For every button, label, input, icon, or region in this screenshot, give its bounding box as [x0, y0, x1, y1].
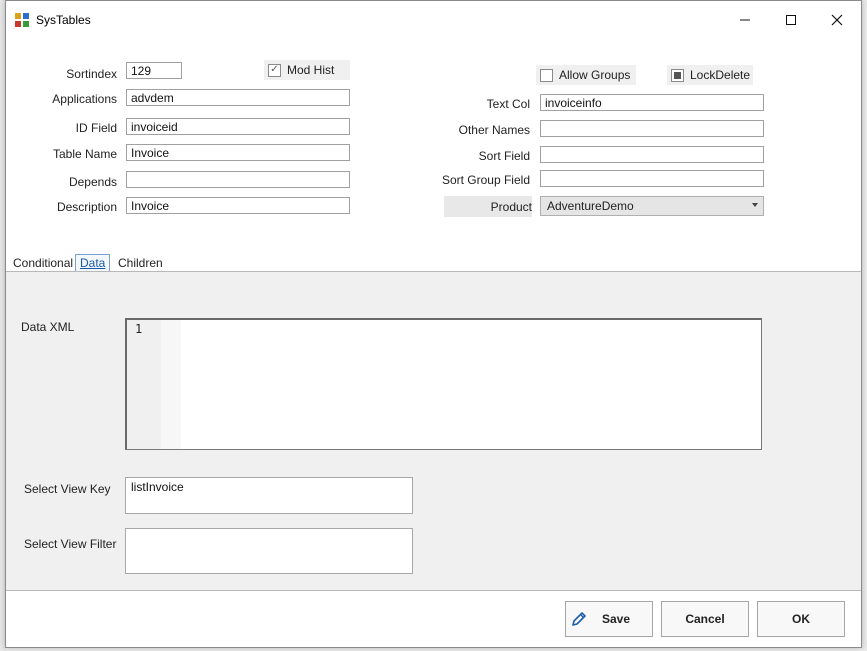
- tab-conditional[interactable]: Conditional: [13, 256, 73, 270]
- lock-delete-label: LockDelete: [690, 68, 751, 82]
- id-field-label: ID Field: [75, 121, 117, 135]
- tab-children[interactable]: Children: [118, 256, 163, 270]
- other-names-field[interactable]: [540, 120, 764, 137]
- select-view-filter-label: Select View Filter: [24, 537, 117, 551]
- product-label-text: Product: [490, 199, 532, 214]
- tab-strip: Conditional Data Children: [6, 254, 861, 272]
- sort-field-label: Sort Field: [478, 149, 530, 163]
- data-xml-label: Data XML: [21, 320, 75, 334]
- minimize-button[interactable]: [722, 7, 768, 33]
- cancel-button[interactable]: Cancel: [661, 601, 749, 637]
- product-label: Product: [444, 196, 532, 217]
- sort-group-field-label: Sort Group Field: [441, 173, 530, 187]
- select-view-filter-field[interactable]: [125, 528, 413, 574]
- close-icon: [831, 14, 843, 26]
- maximize-button[interactable]: [768, 7, 814, 33]
- sortindex-field[interactable]: 129: [126, 62, 182, 79]
- applications-field[interactable]: advdem: [126, 89, 350, 106]
- background-window-edge-right: [862, 0, 867, 651]
- checkmark-icon: ✓: [268, 63, 281, 77]
- lock-delete-checkbox[interactable]: LockDelete: [667, 65, 753, 85]
- data-tab-panel: Data XML 1 Select View Key listInvoice S…: [6, 271, 861, 591]
- table-name-label: Table Name: [52, 147, 117, 161]
- id-field-input[interactable]: invoiceid: [126, 118, 350, 135]
- select-view-key-field[interactable]: listInvoice: [125, 477, 413, 514]
- line-number: 1: [135, 322, 143, 336]
- checkbox-unchecked-icon: [540, 68, 553, 82]
- allow-groups-checkbox[interactable]: Allow Groups: [536, 65, 636, 85]
- save-button-label: Save: [601, 612, 631, 626]
- save-button[interactable]: Save: [565, 601, 653, 637]
- button-bar: Save Cancel OK: [6, 591, 861, 647]
- data-xml-editor[interactable]: 1: [125, 318, 762, 450]
- title-bar: SysTables: [6, 1, 861, 39]
- checkbox-indeterminate-icon: [671, 68, 684, 82]
- close-button[interactable]: [814, 7, 860, 33]
- depends-field[interactable]: [126, 171, 350, 188]
- form-area: Sortindex 129 ✓ Mod Hist Applications ad…: [6, 39, 861, 271]
- allow-groups-label: Allow Groups: [559, 68, 631, 82]
- table-name-field[interactable]: Invoice: [126, 144, 350, 161]
- depends-label: Depends: [68, 175, 117, 189]
- window-title: SysTables: [36, 13, 91, 27]
- tab-data[interactable]: Data: [75, 254, 111, 272]
- ok-button[interactable]: OK: [757, 601, 845, 637]
- mod-hist-label: Mod Hist: [287, 63, 335, 77]
- applications-label: Applications: [52, 92, 117, 106]
- description-label: Description: [56, 200, 117, 214]
- product-selected-value: AdventureDemo: [547, 199, 634, 213]
- line-number-gutter: 1: [127, 320, 161, 449]
- sort-group-field-input[interactable]: [540, 170, 764, 187]
- minimize-icon: [740, 19, 750, 21]
- description-field[interactable]: Invoice: [126, 197, 350, 214]
- fold-margin: [161, 320, 181, 449]
- text-col-label: Text Col: [486, 97, 530, 111]
- maximize-icon: [786, 15, 796, 25]
- tab-data-label: Data: [80, 256, 106, 270]
- chevron-down-icon: [752, 203, 758, 207]
- select-view-key-label: Select View Key: [24, 482, 111, 496]
- pencil-icon: [572, 612, 586, 626]
- sort-field-input[interactable]: [540, 146, 764, 163]
- other-names-label: Other Names: [458, 123, 530, 137]
- app-icon: [15, 13, 29, 27]
- product-dropdown[interactable]: AdventureDemo: [540, 196, 764, 216]
- sortindex-label: Sortindex: [66, 67, 117, 81]
- mod-hist-checkbox[interactable]: ✓ Mod Hist: [264, 60, 350, 80]
- systables-dialog: SysTables Sortindex 129 ✓ Mod Hist Appli…: [5, 0, 862, 648]
- text-col-field[interactable]: invoiceinfo: [540, 94, 764, 111]
